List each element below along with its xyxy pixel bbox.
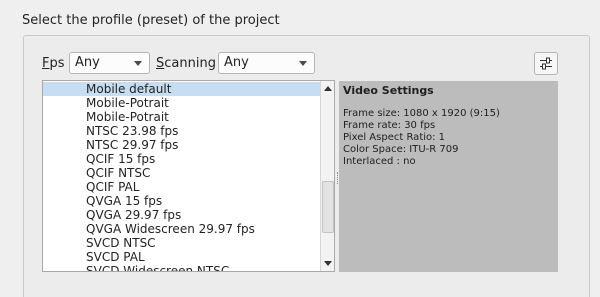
profile-list-item[interactable]: Mobile-Potrait <box>43 110 320 124</box>
profile-list-item[interactable]: QCIF PAL <box>43 180 320 194</box>
profile-list-item[interactable]: NTSC 29.97 fps <box>43 138 320 152</box>
pixel-aspect-text: Pixel Aspect Ratio: 1 <box>343 132 446 143</box>
scanning-label: Scanning <box>156 56 216 71</box>
scanning-label-rest: canning <box>164 56 216 71</box>
profile-list-item[interactable]: NTSC 23.98 fps <box>43 124 320 138</box>
interlaced-text: Interlaced : no <box>343 156 416 167</box>
profile-list-item[interactable]: QCIF 15 fps <box>43 152 320 166</box>
profile-list-scrollbar[interactable] <box>320 81 334 271</box>
profile-list-item[interactable]: SVCD PAL <box>43 250 320 264</box>
profile-list-item[interactable]: SVCD Widescreen NTSC <box>43 264 320 271</box>
profile-list-item[interactable]: QCIF NTSC <box>43 166 320 180</box>
profile-list-rows: Mobile default Mobile-Potrait Mobile-Potra… <box>43 82 320 271</box>
scanning-combobox-value: Any <box>224 55 249 70</box>
profile-list-item[interactable]: SVCD NTSC <box>43 236 320 250</box>
profile-list-item[interactable]: Mobile default <box>43 82 320 96</box>
fps-label-rest: ps <box>49 56 65 71</box>
fps-label: Fps <box>42 56 65 71</box>
color-space-text: Color Space: ITU-R 709 <box>343 144 459 155</box>
video-settings-panel: Video Settings Frame size: 1080 x 1920 (… <box>339 81 558 272</box>
chevron-down-icon <box>299 61 307 66</box>
profile-list-item[interactable]: QVGA Widescreen 29.97 fps <box>43 222 320 236</box>
fps-combobox[interactable]: Any <box>69 52 150 74</box>
chevron-down-icon <box>134 61 142 66</box>
fps-combobox-value: Any <box>75 55 100 70</box>
profile-list-item[interactable]: QVGA 29.97 fps <box>43 208 320 222</box>
profile-list-item[interactable]: QVGA 15 fps <box>43 194 320 208</box>
page-heading: Select the profile (preset) of the proje… <box>22 13 280 28</box>
video-settings-title: Video Settings <box>343 84 434 97</box>
profile-list-item[interactable]: Mobile-Potrait <box>43 96 320 110</box>
profile-settings-button[interactable] <box>534 52 558 75</box>
frame-size-text: Frame size: 1080 x 1920 (9:15) <box>343 108 500 119</box>
scanning-combobox[interactable]: Any <box>218 52 315 74</box>
scroll-up-icon[interactable] <box>321 83 334 95</box>
profile-list[interactable]: Mobile default Mobile-Potrait Mobile-Potra… <box>42 80 335 272</box>
sliders-icon <box>540 57 552 70</box>
scroll-down-icon[interactable] <box>321 257 334 269</box>
scrollbar-thumb[interactable] <box>322 181 334 233</box>
frame-rate-text: Frame rate: 30 fps <box>343 120 436 131</box>
